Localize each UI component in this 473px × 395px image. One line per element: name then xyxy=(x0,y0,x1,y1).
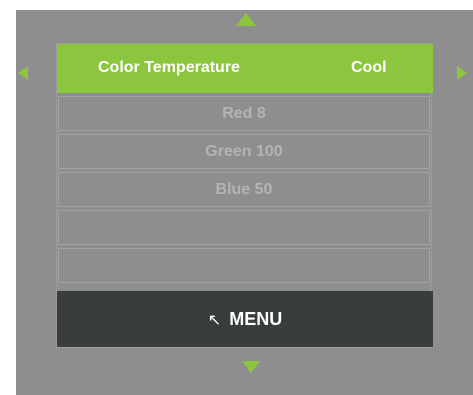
return-arrow-icon: ↖ xyxy=(207,309,222,329)
menu-button-label: MENU xyxy=(229,308,283,329)
arrow-down-icon[interactable] xyxy=(242,361,260,373)
menu-item-empty xyxy=(58,248,430,283)
menu-item-label: Red 8 xyxy=(222,104,266,122)
menu-item-empty xyxy=(58,210,430,245)
menu-item-value: Cool xyxy=(351,59,387,76)
menu-item-label: Color Temperature xyxy=(98,59,240,76)
menu-item-red[interactable]: Red 8 xyxy=(58,96,430,131)
arrow-up-icon[interactable] xyxy=(236,13,256,26)
menu-list: Color Temperature Cool Red 8 Green 100 B… xyxy=(56,43,433,348)
menu-item-green[interactable]: Green 100 xyxy=(58,134,430,169)
menu-item-label: Green 100 xyxy=(205,142,283,160)
arrow-left-icon[interactable] xyxy=(18,66,28,80)
menu-item-color-temperature[interactable]: Color Temperature Cool xyxy=(57,44,433,93)
arrow-right-icon[interactable] xyxy=(457,66,467,80)
osd-panel: Color Temperature Cool Red 8 Green 100 B… xyxy=(16,10,473,395)
menu-item-blue[interactable]: Blue 50 xyxy=(58,172,430,207)
menu-item-label: Blue 50 xyxy=(215,180,273,198)
menu-button[interactable]: ↖ MENU xyxy=(57,291,433,347)
